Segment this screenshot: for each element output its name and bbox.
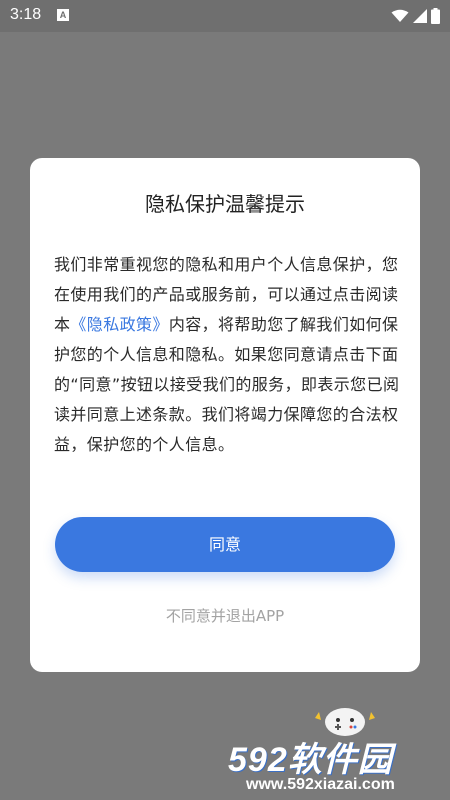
dialog-title: 隐私保护温馨提示 xyxy=(145,192,305,216)
watermark-url: www.592xiazai.com xyxy=(246,776,395,793)
status-icons xyxy=(391,7,440,25)
watermark-logo: 592软件园 xyxy=(228,741,393,779)
battery-icon xyxy=(431,8,440,24)
body-text-part2: 内容，将帮助您了解我们如何保护您的个人信息和隐私。如果您同意请点击下面的“同意”… xyxy=(54,315,400,454)
wifi-icon xyxy=(391,9,409,22)
dialog-body: 我们非常重视您的隐私和用户个人信息保护，您在使用我们的产品或服务前，可以通过点击… xyxy=(54,250,400,460)
signal-icon xyxy=(413,9,427,23)
agree-button[interactable]: 同意 xyxy=(55,517,395,572)
disagree-exit-button[interactable]: 不同意并退出APP xyxy=(0,605,450,626)
watermark: 592软件园 www.592xiazai.com xyxy=(228,728,450,800)
status-time: 3:18 xyxy=(10,6,42,23)
status-bar: 3:18 A xyxy=(0,0,450,32)
notification-a-icon: A xyxy=(57,9,69,21)
privacy-policy-link[interactable]: 《隐私政策》 xyxy=(70,315,168,334)
